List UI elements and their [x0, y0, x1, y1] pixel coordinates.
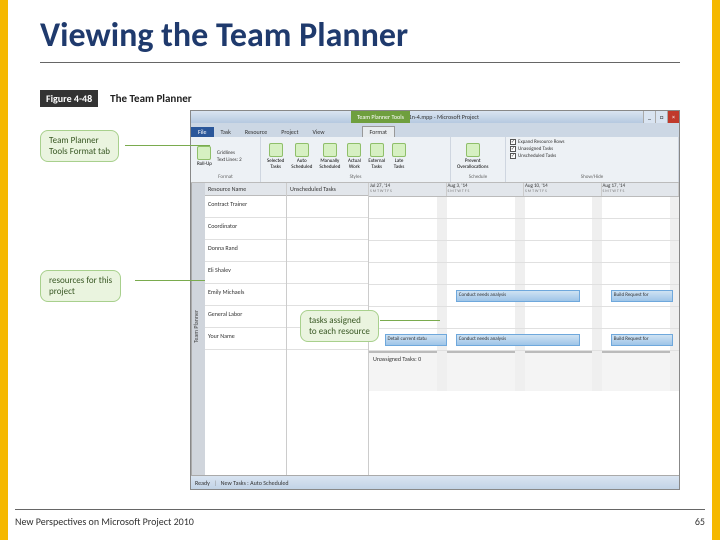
- tab-resource[interactable]: Resource: [238, 127, 274, 137]
- resource-header: Resource Name: [205, 183, 286, 196]
- task-bar[interactable]: Build Request for: [611, 290, 673, 302]
- tab-task[interactable]: Task: [214, 127, 238, 137]
- app-window: Team Planner Tools NewAV1n-4.mpp - Micro…: [190, 110, 680, 490]
- unscheduled-check[interactable]: ✓Unscheduled Tasks: [510, 153, 556, 159]
- selected-tasks-button[interactable]: SelectedTasks: [265, 142, 286, 171]
- timeline-header: Jul 27, '14S M T W T F S Aug 3, '14S M T…: [369, 183, 679, 197]
- manually-scheduled-button[interactable]: ManuallyScheduled: [317, 142, 342, 171]
- tab-view[interactable]: View: [305, 127, 331, 137]
- context-tab-label: Team Planner Tools: [351, 111, 410, 123]
- selected-icon: [269, 143, 283, 157]
- group-label-styles: Styles: [265, 174, 446, 180]
- unassigned-check[interactable]: ✓Unassigned Tasks: [510, 146, 553, 152]
- actual-icon: [347, 143, 361, 157]
- ribbon: Roll-Up Gridlines Text Lines: 2 Format S…: [191, 137, 679, 183]
- slide-title: Viewing the Team Planner: [40, 15, 408, 56]
- footer-text: New Perspectives on Microsoft Project 20…: [15, 515, 194, 528]
- resource-row[interactable]: General Labor: [205, 306, 286, 328]
- close-button[interactable]: ×: [667, 111, 679, 123]
- unsched-cell[interactable]: [287, 196, 368, 218]
- expand-rows-check[interactable]: ✓Expand Resource Rows: [510, 139, 564, 145]
- ribbon-group-format: Roll-Up Gridlines Text Lines: 2 Format: [191, 137, 261, 182]
- prevent-icon: [466, 143, 480, 157]
- task-bar[interactable]: Conduct needs analysis: [456, 290, 580, 302]
- resource-row[interactable]: Donna Rand: [205, 240, 286, 262]
- checkbox-icon: ✓: [510, 153, 516, 159]
- resource-row[interactable]: Eli Shalev: [205, 262, 286, 284]
- sidebar-tab[interactable]: Team Planner: [191, 183, 205, 475]
- timeline-row[interactable]: [369, 241, 679, 263]
- figure-label: Figure 4-48 The Team Planner: [40, 90, 192, 107]
- resource-row[interactable]: Your Name: [205, 328, 286, 350]
- ribbon-group-styles: SelectedTasks AutoScheduled ManuallySche…: [261, 137, 451, 182]
- gridlines-button[interactable]: Gridlines: [217, 150, 242, 156]
- decoration-left: [0, 0, 8, 540]
- group-label-schedule: Schedule: [455, 174, 501, 180]
- callout-arrow-3: [380, 320, 440, 321]
- callout-format-tab: Team PlannerTools Format tab: [40, 130, 119, 162]
- timeline-body: Conduct needs analysis Build Request for…: [369, 197, 679, 391]
- ribbon-group-showhide: ✓Expand Resource Rows ✓Unassigned Tasks …: [506, 137, 679, 182]
- status-ready: Ready: [195, 479, 210, 487]
- rollup-button[interactable]: Roll-Up: [195, 145, 214, 168]
- tab-format[interactable]: Format: [362, 126, 396, 137]
- timeline[interactable]: Jul 27, '14S M T W T F S Aug 3, '14S M T…: [369, 183, 679, 475]
- figure-number: Figure 4-48: [40, 90, 98, 107]
- callout-arrow-2: [135, 280, 205, 281]
- unscheduled-header: Unscheduled Tasks: [287, 183, 368, 196]
- callout-tasks: tasks assignedto each resource: [300, 310, 379, 342]
- resource-column: Resource Name Contract Trainer Coordinat…: [205, 183, 287, 475]
- callout-arrow-1: [125, 145, 210, 146]
- ribbon-tabs: File Task Resource Project View Format: [191, 123, 679, 137]
- status-newtasks: New Tasks : Auto Scheduled: [221, 479, 289, 487]
- external-icon: [370, 143, 384, 157]
- late-tasks-button[interactable]: LateTasks: [390, 142, 408, 171]
- team-planner-content: Team Planner Resource Name Contract Trai…: [191, 183, 679, 475]
- textlines-control[interactable]: Text Lines: 2: [217, 157, 242, 163]
- statusbar: Ready | New Tasks : Auto Scheduled: [191, 475, 679, 489]
- prevent-overalloc-button[interactable]: PreventOverallocations: [455, 142, 490, 171]
- ribbon-group-schedule: PreventOverallocations Schedule: [451, 137, 506, 182]
- timeline-row[interactable]: Detail current statu Conduct needs analy…: [369, 329, 679, 351]
- unsched-cell[interactable]: [287, 240, 368, 262]
- checkbox-icon: ✓: [510, 139, 516, 145]
- decoration-right: [712, 0, 720, 540]
- timeline-row[interactable]: [369, 263, 679, 285]
- unsched-cell[interactable]: [287, 218, 368, 240]
- minimize-button[interactable]: _: [643, 111, 655, 123]
- checkbox-icon: ✓: [510, 146, 516, 152]
- unsched-cell[interactable]: [287, 262, 368, 284]
- group-label-format: Format: [195, 174, 256, 180]
- timeline-row[interactable]: [369, 307, 679, 329]
- task-bar[interactable]: Detail current statu: [385, 334, 447, 346]
- resource-row[interactable]: Emily Michaels: [205, 284, 286, 306]
- tab-file[interactable]: File: [191, 127, 214, 137]
- task-bar[interactable]: Build Request for: [611, 334, 673, 346]
- external-tasks-button[interactable]: ExternalTasks: [366, 142, 387, 171]
- rollup-icon: [197, 146, 211, 160]
- task-bar[interactable]: Conduct needs analysis: [456, 334, 580, 346]
- group-label-showhide: Show/Hide: [510, 174, 674, 180]
- manual-icon: [323, 143, 337, 157]
- actual-work-button[interactable]: ActualWork: [345, 142, 363, 171]
- maximize-button[interactable]: □: [655, 111, 667, 123]
- timeline-row[interactable]: Conduct needs analysis Build Request for: [369, 285, 679, 307]
- page-number: 65: [695, 515, 705, 528]
- window-buttons: _ □ ×: [643, 111, 679, 123]
- figure-name: The Team Planner: [98, 92, 192, 105]
- tab-project[interactable]: Project: [274, 127, 305, 137]
- timeline-row[interactable]: [369, 219, 679, 241]
- timeline-row[interactable]: [369, 197, 679, 219]
- footer-divider: [15, 509, 705, 510]
- callout-resources: resources for thisproject: [40, 270, 121, 302]
- auto-scheduled-button[interactable]: AutoScheduled: [289, 142, 314, 171]
- auto-icon: [295, 143, 309, 157]
- titlebar: Team Planner Tools NewAV1n-4.mpp - Micro…: [191, 111, 679, 123]
- title-underline: [40, 62, 680, 63]
- unsched-cell[interactable]: [287, 284, 368, 306]
- resource-row[interactable]: Coordinator: [205, 218, 286, 240]
- late-icon: [392, 143, 406, 157]
- resource-row[interactable]: Contract Trainer: [205, 196, 286, 218]
